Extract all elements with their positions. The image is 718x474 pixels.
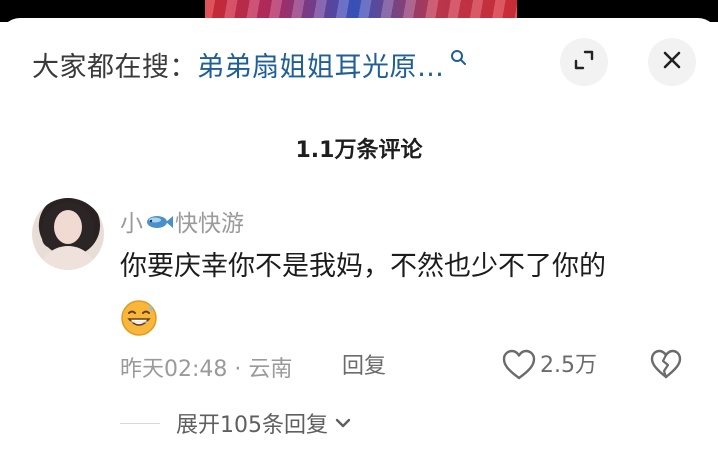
like-count: 2.5万 bbox=[540, 353, 597, 378]
comment-meta: 昨天02:48 · 云南 回复 bbox=[120, 350, 386, 384]
broken-heart-icon[interactable] bbox=[650, 349, 682, 381]
comments-screen: 大家都在搜： 弟弟扇姐姐耳光原… 1.1万条评论 小 快快游 你要庆幸你不是我妈… bbox=[0, 0, 718, 474]
comment-count-title: 1.1万条评论 bbox=[295, 138, 423, 163]
grinning-sweat-emoji-icon bbox=[120, 299, 158, 337]
expand-replies-label: 展开105条回复 bbox=[176, 413, 328, 438]
expand-button[interactable] bbox=[560, 38, 608, 86]
trending-search-bar[interactable]: 大家都在搜： 弟弟扇姐姐耳光原… bbox=[32, 44, 469, 84]
search-icon[interactable] bbox=[449, 48, 469, 68]
comment-time-location: 昨天02:48 · 云南 bbox=[120, 357, 293, 382]
avatar-body-shape bbox=[38, 246, 98, 270]
comment-text: 你要庆幸你不是我妈，不然也少不了你的 bbox=[120, 251, 606, 282]
avatar[interactable] bbox=[32, 198, 104, 270]
expand-icon bbox=[572, 48, 596, 76]
close-button[interactable] bbox=[648, 38, 696, 86]
expand-replies[interactable]: 展开105条回复 bbox=[120, 406, 354, 440]
close-icon bbox=[661, 49, 683, 75]
fish-icon bbox=[144, 211, 174, 231]
reply-button[interactable]: 回复 bbox=[342, 350, 386, 384]
chevron-down-icon bbox=[332, 412, 354, 434]
username-prefix: 小 bbox=[120, 211, 143, 237]
trending-search-query[interactable]: 弟弟扇姐姐耳光原… bbox=[197, 45, 445, 84]
username-suffix: 快快游 bbox=[175, 211, 244, 237]
comments-sheet: 大家都在搜： 弟弟扇姐姐耳光原… 1.1万条评论 小 快快游 你要庆幸你不是我妈… bbox=[0, 18, 718, 474]
trending-search-prefix: 大家都在搜： bbox=[32, 51, 197, 83]
heart-outline-icon[interactable] bbox=[502, 349, 536, 381]
comment-username[interactable]: 小 快快游 bbox=[120, 204, 244, 238]
avatar-face-shape bbox=[54, 210, 82, 244]
divider-line bbox=[120, 422, 160, 424]
